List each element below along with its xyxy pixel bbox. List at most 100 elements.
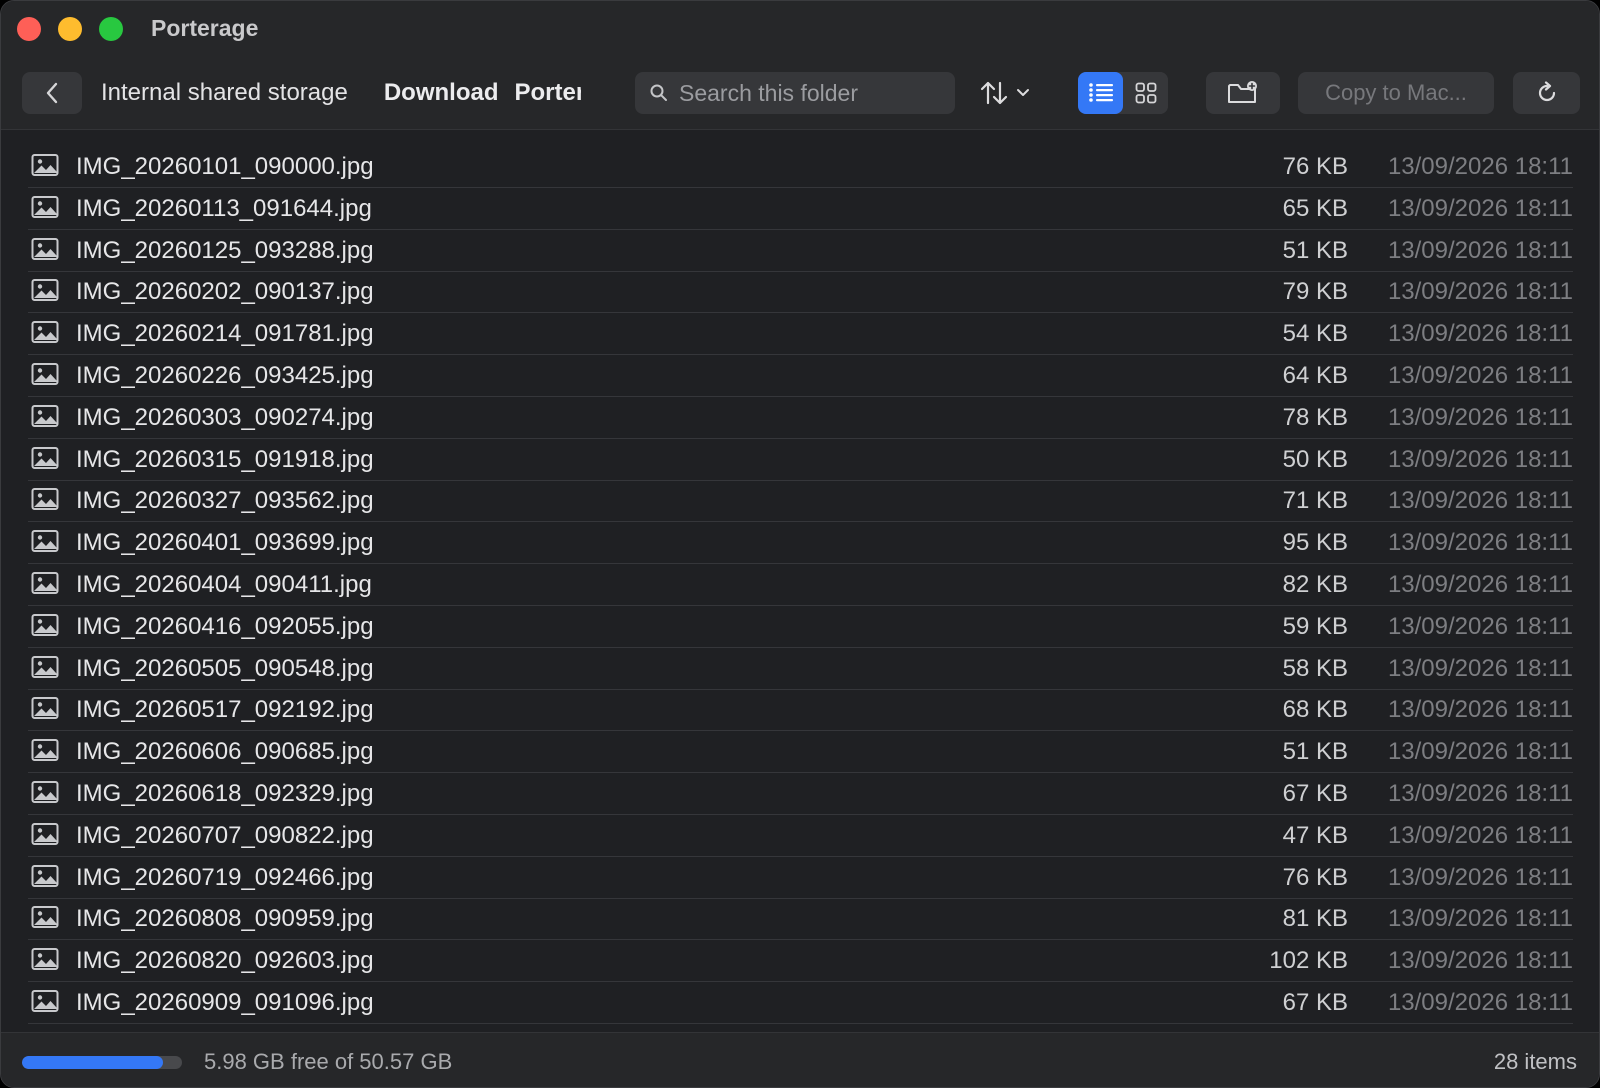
- breadcrumb: Internal shared storage Download Portera…: [101, 72, 581, 114]
- back-button[interactable]: [22, 72, 82, 114]
- file-date: 13/09/2026 18:11: [1387, 863, 1573, 891]
- file-row[interactable]: IMG_20260820_092603.jpg 102 KB 13/09/202…: [28, 939, 1573, 983]
- file-row[interactable]: IMG_20260401_093699.jpg 95 KB 13/09/2026…: [28, 521, 1573, 565]
- file-date: 13/09/2026 18:11: [1387, 654, 1573, 682]
- file-row[interactable]: IMG_20260404_090411.jpg 82 KB 13/09/2026…: [28, 563, 1573, 606]
- image-file-icon: [31, 906, 59, 929]
- file-row[interactable]: IMG_20260517_092192.jpg 68 KB 13/09/2026…: [28, 688, 1573, 732]
- file-size: 58 KB: [1282, 654, 1348, 682]
- item-count: 28 items: [1493, 1049, 1577, 1074]
- file-row[interactable]: IMG_20260327_093562.jpg 71 KB 13/09/2026…: [28, 479, 1573, 523]
- image-file-icon: [31, 363, 59, 385]
- file-size: 59 KB: [1282, 612, 1348, 640]
- search-box[interactable]: [635, 72, 955, 114]
- file-row[interactable]: IMG_20260505_090548.jpg 58 KB 13/09/2026…: [28, 647, 1573, 690]
- file-date: 13/09/2026 18:11: [1387, 612, 1573, 640]
- breadcrumb-item-download[interactable]: Download: [384, 79, 499, 107]
- file-row[interactable]: IMG_20260101_090000.jpg 76 KB 13/09/2026…: [28, 145, 1573, 188]
- title-bar[interactable]: Porterage: [1, 1, 1599, 55]
- image-file-icon: [31, 195, 59, 218]
- file-size: 76 KB: [1282, 863, 1348, 891]
- file-size: 79 KB: [1282, 278, 1348, 306]
- file-size: 64 KB: [1282, 362, 1348, 389]
- image-file-icon: [31, 822, 59, 845]
- file-name: IMG_20260327_093562.jpg: [76, 487, 374, 515]
- image-file-icon: [31, 154, 59, 176]
- file-size: 82 KB: [1282, 571, 1348, 598]
- image-file-icon: [31, 572, 59, 594]
- file-size: 51 KB: [1282, 236, 1348, 264]
- file-size: 78 KB: [1282, 403, 1348, 431]
- grid-view-button[interactable]: [1123, 72, 1168, 114]
- file-name: IMG_20260820_092603.jpg: [76, 947, 374, 975]
- image-file-icon: [31, 948, 59, 971]
- file-name: IMG_20260315_091918.jpg: [76, 445, 374, 473]
- status-bar: 5.98 GB free of 50.57 GB 28 items: [1, 1032, 1599, 1087]
- file-size: 102 KB: [1269, 947, 1348, 975]
- file-date: 13/09/2026 18:11: [1387, 989, 1573, 1016]
- file-date: 13/09/2026 18:11: [1387, 905, 1573, 933]
- breadcrumb-item-internal-storage[interactable]: Internal shared storage: [101, 79, 348, 107]
- file-row[interactable]: IMG_20260707_090822.jpg 47 KB 13/09/2026…: [28, 814, 1573, 857]
- file-name: IMG_20260202_090137.jpg: [76, 278, 374, 306]
- list-icon: [1088, 83, 1113, 102]
- file-row[interactable]: IMG_20260226_093425.jpg 64 KB 13/09/2026…: [28, 354, 1573, 397]
- file-date: 13/09/2026 18:11: [1387, 696, 1573, 724]
- copy-to-mac-button[interactable]: Copy to Mac...: [1298, 72, 1494, 114]
- file-size: 81 KB: [1282, 905, 1348, 933]
- file-date: 13/09/2026 18:11: [1387, 738, 1573, 766]
- file-date: 13/09/2026 18:11: [1387, 821, 1573, 849]
- grid-icon: [1135, 82, 1156, 104]
- file-row[interactable]: IMG_20260202_090137.jpg 79 KB 13/09/2026…: [28, 270, 1573, 314]
- file-date: 13/09/2026 18:11: [1387, 320, 1573, 348]
- image-file-icon: [31, 237, 59, 260]
- zoom-window-button[interactable]: [99, 17, 123, 41]
- file-name: IMG_20260719_092466.jpg: [76, 863, 374, 891]
- file-name: IMG_20260416_092055.jpg: [76, 612, 374, 640]
- close-window-button[interactable]: [17, 17, 41, 41]
- folder-plus-icon: [1228, 81, 1257, 103]
- file-size: 71 KB: [1282, 487, 1348, 515]
- file-date: 13/09/2026 18:11: [1387, 403, 1573, 431]
- file-size: 50 KB: [1282, 445, 1348, 473]
- file-row[interactable]: IMG_20260113_091644.jpg 65 KB 13/09/2026…: [28, 187, 1573, 230]
- file-date: 13/09/2026 18:11: [1387, 445, 1573, 473]
- file-size: 51 KB: [1282, 738, 1348, 766]
- file-row[interactable]: IMG_20260303_090274.jpg 78 KB 13/09/2026…: [28, 396, 1573, 439]
- search-input[interactable]: [677, 78, 951, 108]
- sort-button[interactable]: [974, 72, 1036, 114]
- toolbar: Internal shared storage Download Portera…: [1, 55, 1599, 130]
- file-size: 47 KB: [1282, 821, 1348, 849]
- file-row[interactable]: IMG_20260416_092055.jpg 59 KB 13/09/2026…: [28, 605, 1573, 648]
- file-row[interactable]: IMG_20260125_093288.jpg 51 KB 13/09/2026…: [28, 229, 1573, 272]
- image-file-icon: [31, 781, 59, 803]
- file-size: 95 KB: [1282, 529, 1348, 557]
- image-file-icon: [31, 613, 59, 636]
- file-name: IMG_20260113_091644.jpg: [76, 194, 372, 222]
- image-file-icon: [31, 697, 59, 720]
- breadcrumb-item-current-folder[interactable]: Porterage: [514, 79, 581, 107]
- file-row[interactable]: IMG_20260909_091096.jpg 67 KB 13/09/2026…: [28, 981, 1573, 1024]
- file-size: 67 KB: [1282, 989, 1348, 1016]
- file-row[interactable]: IMG_20260315_091918.jpg 50 KB 13/09/2026…: [28, 438, 1573, 481]
- file-date: 13/09/2026 18:11: [1387, 487, 1573, 515]
- file-row[interactable]: IMG_20260808_090959.jpg 81 KB 13/09/2026…: [28, 897, 1573, 941]
- file-name: IMG_20260214_091781.jpg: [76, 320, 374, 348]
- refresh-button[interactable]: [1513, 72, 1580, 114]
- minimize-window-button[interactable]: [58, 17, 82, 41]
- file-row[interactable]: IMG_20260719_092466.jpg 76 KB 13/09/2026…: [28, 856, 1573, 899]
- image-file-icon: [31, 279, 59, 302]
- file-row[interactable]: IMG_20260618_092329.jpg 67 KB 13/09/2026…: [28, 772, 1573, 815]
- new-folder-button[interactable]: [1206, 72, 1280, 114]
- file-date: 13/09/2026 18:11: [1387, 362, 1573, 389]
- image-file-icon: [31, 321, 59, 344]
- file-name: IMG_20260707_090822.jpg: [76, 821, 374, 849]
- file-date: 13/09/2026 18:11: [1387, 571, 1573, 598]
- list-view-button[interactable]: [1078, 72, 1123, 114]
- image-file-icon: [31, 655, 59, 678]
- image-file-icon: [31, 404, 59, 427]
- file-row[interactable]: IMG_20260606_090685.jpg 51 KB 13/09/2026…: [28, 730, 1573, 774]
- image-file-icon: [31, 990, 59, 1012]
- storage-usage-fill: [22, 1056, 164, 1069]
- file-row[interactable]: IMG_20260214_091781.jpg 54 KB 13/09/2026…: [28, 312, 1573, 356]
